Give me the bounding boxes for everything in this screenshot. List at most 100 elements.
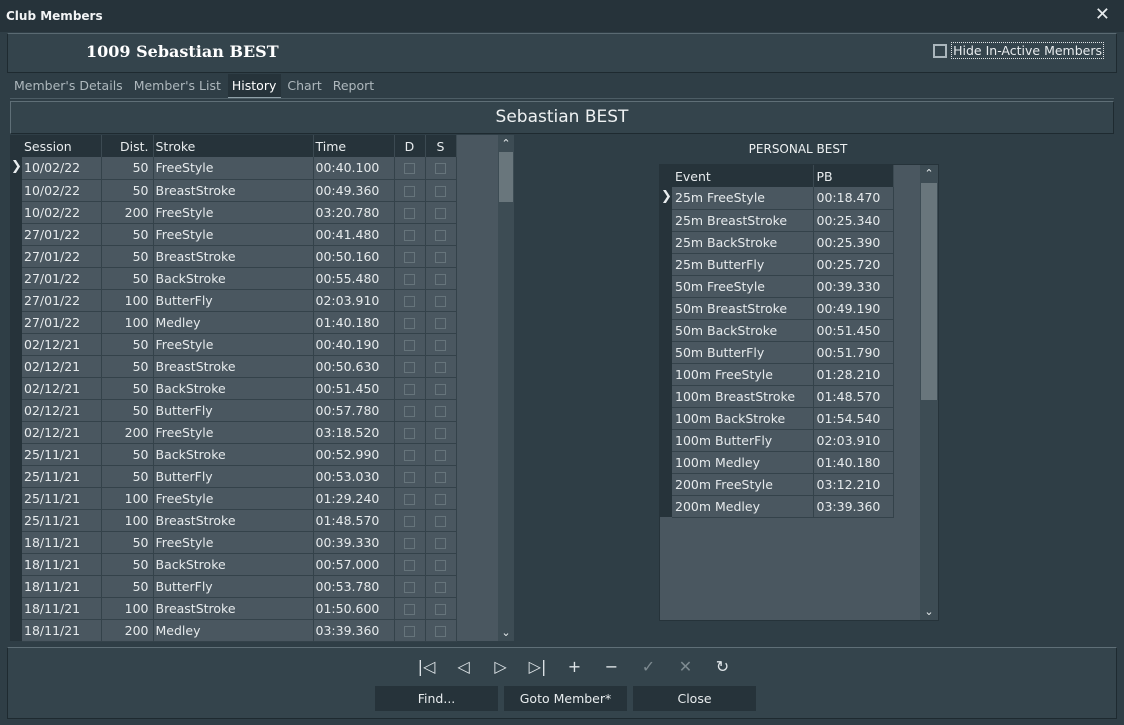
scroll-up-icon[interactable]: ⌃ <box>498 137 514 150</box>
stroke-cell[interactable]: BackStroke <box>153 267 314 290</box>
s-flag-cell[interactable] <box>425 201 457 224</box>
s-flag-cell[interactable] <box>425 377 457 400</box>
table-row[interactable]: 50m BreastStroke 00:49.190 <box>672 297 894 320</box>
s-flag-cell[interactable] <box>425 487 457 510</box>
session-cell[interactable]: 02/12/21 <box>22 421 102 444</box>
scroll-down-icon[interactable]: ⌄ <box>498 626 514 639</box>
pb-cell[interactable]: 01:48.570 <box>813 385 894 408</box>
time-cell[interactable]: 00:57.000 <box>313 553 395 576</box>
stroke-cell[interactable]: BackStroke <box>153 377 314 400</box>
event-cell[interactable]: 200m FreeStyle <box>672 473 814 496</box>
distance-cell[interactable]: 50 <box>101 245 154 268</box>
table-row[interactable]: 27/01/22 100 Medley 01:40.180 <box>22 311 457 334</box>
pb-cell[interactable]: 02:03.910 <box>813 429 894 452</box>
s-checkbox[interactable] <box>435 537 446 549</box>
d-checkbox[interactable] <box>404 493 415 505</box>
d-checkbox[interactable] <box>404 603 415 615</box>
s-flag-cell[interactable] <box>425 157 457 180</box>
session-cell[interactable]: 18/11/21 <box>22 575 102 598</box>
time-cell[interactable]: 01:29.240 <box>313 487 395 510</box>
session-cell[interactable]: 27/01/22 <box>22 267 102 290</box>
session-cell[interactable]: 27/01/22 <box>22 223 102 246</box>
pb-cell[interactable]: 00:51.450 <box>813 319 894 342</box>
s-flag-cell[interactable] <box>425 245 457 268</box>
stroke-cell[interactable]: BreastStroke <box>153 355 314 378</box>
pb-cell[interactable]: 00:25.390 <box>813 231 894 254</box>
table-row[interactable]: 18/11/21 200 Medley 03:39.360 <box>22 619 457 642</box>
stroke-cell[interactable]: ButterFly <box>153 399 314 422</box>
time-cell[interactable]: 00:40.190 <box>313 333 395 356</box>
table-row[interactable]: 25m FreeStyle 00:18.470 <box>672 187 894 210</box>
d-flag-cell[interactable] <box>394 509 426 532</box>
column-header[interactable]: S <box>425 135 457 157</box>
d-checkbox[interactable] <box>404 361 415 373</box>
s-checkbox[interactable] <box>435 493 446 505</box>
session-cell[interactable]: 02/12/21 <box>22 377 102 400</box>
distance-cell[interactable]: 100 <box>101 509 154 532</box>
time-cell[interactable]: 00:57.780 <box>313 399 395 422</box>
time-cell[interactable]: 00:53.780 <box>313 575 395 598</box>
pb-cell[interactable]: 00:25.340 <box>813 209 894 232</box>
d-flag-cell[interactable] <box>394 443 426 466</box>
event-cell[interactable]: 100m BreastStroke <box>672 385 814 408</box>
personal-best-scrollbar[interactable]: ⌃ ⌄ <box>920 165 938 620</box>
time-cell[interactable]: 00:50.160 <box>313 245 395 268</box>
pb-cell[interactable]: 00:51.790 <box>813 341 894 364</box>
stroke-cell[interactable]: Medley <box>153 311 314 334</box>
table-row[interactable]: 02/12/21 50 FreeStyle 00:40.190 <box>22 333 457 356</box>
distance-cell[interactable]: 50 <box>101 575 154 598</box>
stroke-cell[interactable]: FreeStyle <box>153 531 314 554</box>
s-flag-cell[interactable] <box>425 597 457 620</box>
s-flag-cell[interactable] <box>425 355 457 378</box>
session-cell[interactable]: 18/11/21 <box>22 531 102 554</box>
tab-member-s-list[interactable]: Member's List <box>130 74 226 98</box>
table-row[interactable]: 18/11/21 50 BackStroke 00:57.000 <box>22 553 457 576</box>
session-cell[interactable]: 27/01/22 <box>22 245 102 268</box>
event-cell[interactable]: 25m FreeStyle <box>672 187 814 210</box>
time-cell[interactable]: 01:40.180 <box>313 311 395 334</box>
time-cell[interactable]: 03:20.780 <box>313 201 395 224</box>
table-row[interactable]: 27/01/22 50 FreeStyle 00:41.480 <box>22 223 457 246</box>
session-cell[interactable]: 27/01/22 <box>22 311 102 334</box>
distance-cell[interactable]: 50 <box>101 531 154 554</box>
stroke-cell[interactable]: FreeStyle <box>153 333 314 356</box>
session-cell[interactable]: 25/11/21 <box>22 487 102 510</box>
s-checkbox[interactable] <box>435 515 446 527</box>
time-cell[interactable]: 00:53.030 <box>313 465 395 488</box>
stroke-cell[interactable]: BreastStroke <box>153 509 314 532</box>
history-scrollbar[interactable]: ⌃ ⌄ <box>498 135 514 641</box>
table-row[interactable]: 18/11/21 100 BreastStroke 01:50.600 <box>22 597 457 620</box>
table-row[interactable]: 25/11/21 50 ButterFly 00:53.030 <box>22 465 457 488</box>
table-row[interactable]: 25m BackStroke 00:25.390 <box>672 231 894 254</box>
event-cell[interactable]: 25m BreastStroke <box>672 209 814 232</box>
session-cell[interactable]: 25/11/21 <box>22 443 102 466</box>
table-row[interactable]: 100m BackStroke 01:54.540 <box>672 407 894 430</box>
goto-member-button[interactable]: Goto Member* <box>504 686 627 711</box>
table-row[interactable]: 10/02/22 50 BreastStroke 00:49.360 <box>22 179 457 202</box>
column-header[interactable]: Time <box>313 135 395 157</box>
refresh-data-icon[interactable]: ↻ <box>704 656 741 678</box>
d-flag-cell[interactable] <box>394 619 426 642</box>
table-row[interactable]: 02/12/21 200 FreeStyle 03:18.520 <box>22 421 457 444</box>
d-checkbox[interactable] <box>404 559 415 571</box>
session-cell[interactable]: 02/12/21 <box>22 355 102 378</box>
time-cell[interactable]: 02:03.910 <box>313 289 395 312</box>
post-edit-icon[interactable]: ✓ <box>630 656 667 678</box>
d-flag-cell[interactable] <box>394 201 426 224</box>
s-flag-cell[interactable] <box>425 179 457 202</box>
table-row[interactable]: 50m BackStroke 00:51.450 <box>672 319 894 342</box>
delete-record-icon[interactable]: − <box>593 656 630 678</box>
pb-cell[interactable]: 03:12.210 <box>813 473 894 496</box>
time-cell[interactable]: 03:18.520 <box>313 421 395 444</box>
time-cell[interactable]: 00:41.480 <box>313 223 395 246</box>
d-checkbox[interactable] <box>404 251 415 263</box>
d-flag-cell[interactable] <box>394 333 426 356</box>
time-cell[interactable]: 00:55.480 <box>313 267 395 290</box>
d-checkbox[interactable] <box>404 537 415 549</box>
s-flag-cell[interactable] <box>425 553 457 576</box>
column-header[interactable]: Dist. <box>101 135 154 157</box>
table-row[interactable]: 27/01/22 50 BreastStroke 00:50.160 <box>22 245 457 268</box>
stroke-cell[interactable]: BackStroke <box>153 553 314 576</box>
stroke-cell[interactable]: FreeStyle <box>153 157 314 180</box>
time-cell[interactable]: 00:40.100 <box>313 157 395 180</box>
